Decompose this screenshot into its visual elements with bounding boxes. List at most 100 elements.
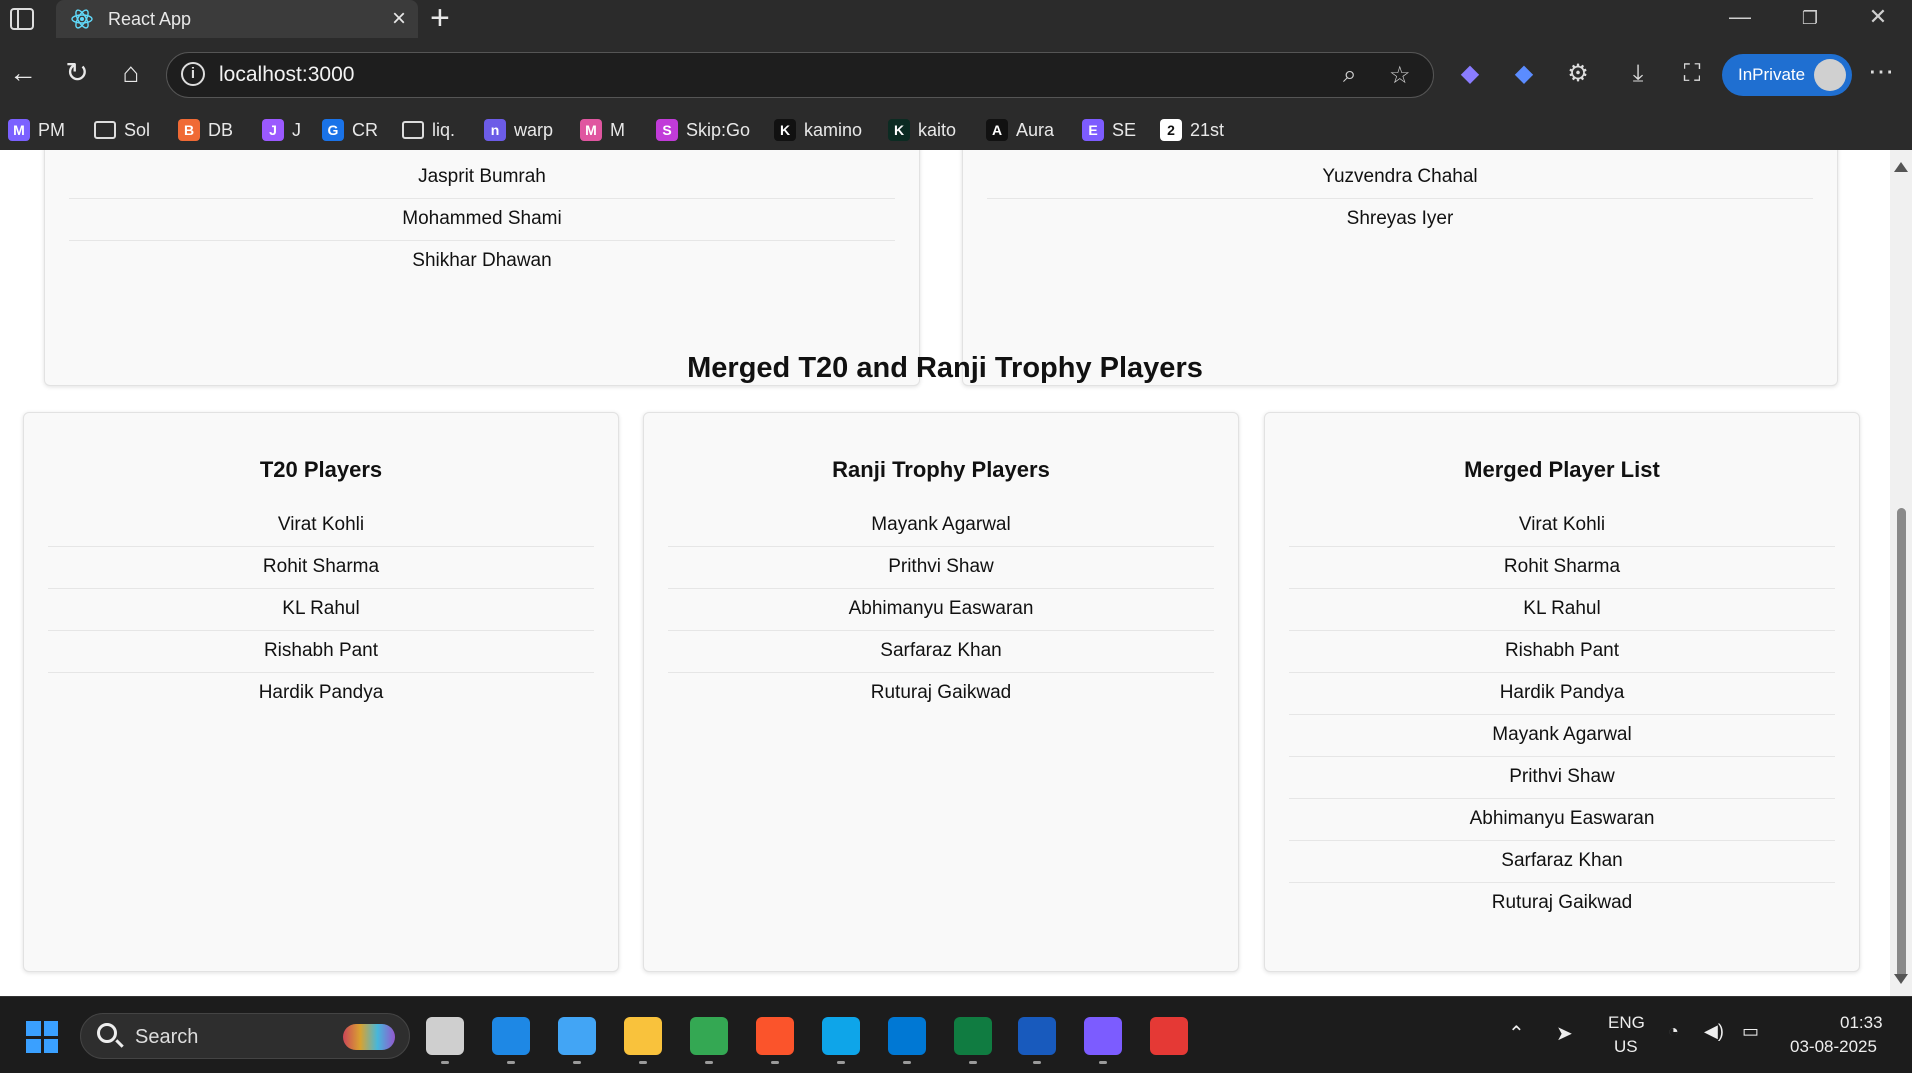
battery-icon[interactable]: ▭ (1742, 1021, 1759, 1042)
search-label: Search (135, 1026, 199, 1048)
scroll-down-arrow-icon[interactable] (1894, 974, 1908, 984)
page-scrollbar[interactable] (1890, 150, 1912, 996)
running-indicator (903, 1061, 911, 1064)
bookmark-label: M (610, 119, 625, 140)
close-window-button[interactable]: ✕ (1858, 4, 1898, 30)
player-list-item: Mayank Agarwal (668, 505, 1214, 547)
bookmark-favicon-icon: M (8, 119, 30, 141)
bookmark-j[interactable]: JJ (262, 118, 301, 142)
player-list-item: Mayank Agarwal (1289, 715, 1835, 757)
bookmark-label: kaito (918, 119, 957, 140)
bookmark-label: J (292, 119, 301, 140)
excel-icon[interactable] (954, 1017, 992, 1055)
url-text[interactable]: localhost:3000 (219, 63, 354, 87)
player-list-item: Shikhar Dhawan (412, 250, 552, 271)
chrome-icon[interactable] (690, 1017, 728, 1055)
bookmark-aura[interactable]: A Aura (986, 118, 1054, 142)
refresh-button[interactable]: ↻ (60, 56, 94, 90)
folder-icon (402, 121, 424, 139)
browser-tab[interactable]: React App × (56, 0, 418, 38)
site-info-icon[interactable]: i (181, 62, 205, 86)
bookmark-label: 21st (1190, 119, 1225, 140)
page-viewport: Jasprit Bumrah Mohammed Shami Shikhar Dhaw… (0, 150, 1912, 996)
clock-date[interactable]: 03-08-2025 (1790, 1037, 1877, 1057)
copilot-icon[interactable]: ◆ (1452, 56, 1488, 92)
taskbar-search[interactable]: Search (80, 1013, 410, 1059)
bookmark-m[interactable]: MM (580, 118, 625, 142)
search-highlight-icon (343, 1024, 395, 1050)
player-list-item: Sarfaraz Khan (668, 631, 1214, 673)
brave-icon[interactable] (756, 1017, 794, 1055)
bookmark-kaito[interactable]: Kkaito (888, 118, 956, 142)
word-icon[interactable] (1018, 1017, 1056, 1055)
snipping-tool-icon[interactable] (1150, 1017, 1188, 1055)
bookmark-favicon-icon: K (888, 119, 910, 141)
chevron-up-icon[interactable]: ⌃ (1508, 1021, 1525, 1046)
file-explorer-icon[interactable] (624, 1017, 662, 1055)
favorite-star-icon[interactable]: ☆ (1389, 61, 1411, 90)
sidebar-toggle-icon[interactable] (10, 8, 34, 30)
extension-bird-icon[interactable]: ◆ (1506, 56, 1542, 92)
player-list-item: Abhimanyu Easwaran (668, 589, 1214, 631)
screenshot-icon[interactable]: ⛶ (1674, 56, 1710, 92)
bookmark-se[interactable]: E SE (1082, 118, 1136, 142)
volume-icon[interactable]: ◀) (1704, 1021, 1724, 1042)
running-indicator (1033, 1061, 1041, 1064)
bookmark-pm[interactable]: M PM (8, 118, 65, 142)
bookmark-label: liq. (432, 119, 456, 140)
scroll-thumb[interactable] (1897, 508, 1906, 978)
windows-start-icon[interactable] (26, 1021, 58, 1053)
player-list-item: Virat Kohli (48, 505, 594, 547)
bookmark-warp[interactable]: n warp (484, 118, 553, 142)
running-indicator (639, 1061, 647, 1064)
bookmark-label: SE (1112, 119, 1137, 140)
minimize-button[interactable]: — (1720, 4, 1760, 30)
wifi-icon[interactable]: ◔ (1668, 1021, 1679, 1042)
inprivate-button[interactable]: InPrivate (1722, 54, 1852, 96)
bookmark-favicon-icon: B (178, 119, 200, 141)
player-list-item: Mohammed Shami (69, 199, 895, 241)
app-blue-icon[interactable] (492, 1017, 530, 1055)
clock-time[interactable]: 01:33 (1840, 1013, 1883, 1033)
language-region: US (1614, 1037, 1638, 1056)
more-menu-icon[interactable]: ⋯ (1868, 56, 1894, 87)
title-bar: React App × + — ❐ ✕ (0, 0, 1912, 38)
home-button[interactable]: ⌂ (114, 56, 148, 90)
address-bar[interactable]: i localhost:3000 ⌕ ☆ (166, 52, 1434, 98)
bookmark-cr[interactable]: G CR (322, 118, 378, 142)
back-button[interactable]: ← (6, 56, 40, 90)
react-icon (71, 9, 93, 29)
edge-icon[interactable] (822, 1017, 860, 1055)
running-indicator (771, 1061, 779, 1064)
language-indicator[interactable]: ENG (1608, 1013, 1645, 1033)
bookmark-favicon-icon: E (1082, 119, 1104, 141)
notepad-icon[interactable] (558, 1017, 596, 1055)
card-title: Merged Player List (1464, 457, 1660, 482)
bookmark-db[interactable]: B DB (178, 118, 233, 142)
zoom-icon[interactable]: ⌕ (1343, 61, 1356, 89)
task-view-icon[interactable] (426, 1017, 464, 1055)
close-tab-icon[interactable]: × (392, 5, 406, 33)
bookmark-favicon-icon: J (262, 119, 284, 141)
browser-toolbar: ← ↻ ⌂ i localhost:3000 ⌕ ☆ ◆ ◆ ⚙ ⤓ ⛶ InP… (0, 38, 1912, 150)
new-tab-button[interactable]: + (430, 0, 450, 36)
bookmark-sol[interactable]: Sol (94, 118, 150, 142)
bookmark-21st[interactable]: 2 21st (1160, 118, 1224, 142)
bookmark-skip-go[interactable]: S Skip:Go (656, 118, 750, 142)
player-list-item: Rohit Sharma (1289, 547, 1835, 589)
restore-button[interactable]: ❐ (1790, 8, 1830, 29)
player-list-item: KL Rahul (1289, 589, 1835, 631)
location-icon[interactable]: ➤ (1556, 1021, 1573, 1046)
bookmark-liq-[interactable]: liq. (402, 118, 455, 142)
extensions-icon[interactable]: ⚙ (1560, 56, 1596, 92)
downloads-icon[interactable]: ⤓ (1620, 56, 1656, 92)
player-list-item: Ruturaj Gaikwad (1491, 892, 1633, 913)
merged-players-card: Merged Player List Virat Kohli Rohit Shar… (1264, 412, 1860, 972)
running-indicator (1099, 1061, 1107, 1064)
bookmark-label: kamino (804, 119, 863, 140)
app-purple-icon[interactable] (1084, 1017, 1122, 1055)
vscode-icon[interactable] (888, 1017, 926, 1055)
bookmark-label: Aura (1016, 119, 1055, 140)
bookmark-kamino[interactable]: Kkamino (774, 118, 862, 142)
scroll-up-arrow-icon[interactable] (1894, 162, 1908, 172)
